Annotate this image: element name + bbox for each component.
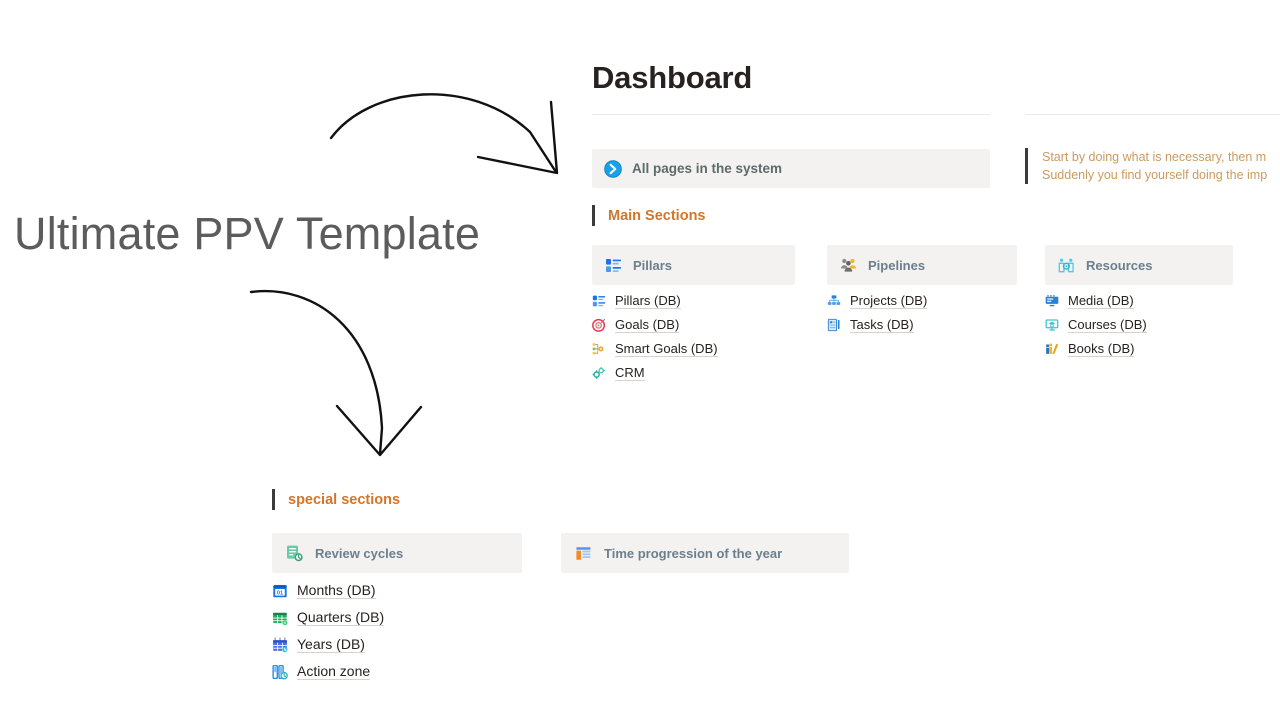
link-label: Pillars (DB): [615, 293, 681, 309]
column-pillars: Pillars Pillars (DB) Goals (DB) Smart Go…: [592, 245, 795, 385]
link-label: Courses (DB): [1068, 317, 1147, 333]
orange-bar-chart-icon: [576, 546, 591, 560]
quote-block: Start by doing what is necessary, then m…: [1025, 148, 1280, 184]
yellow-flowchart-icon: [592, 343, 604, 355]
blue-circle-arrow-icon: [604, 159, 622, 178]
card-header-time-progression-label: Time progression of the year: [604, 545, 783, 561]
link-label: Years (DB): [297, 635, 365, 653]
link-label: Action zone: [297, 662, 371, 680]
link-quarters-db[interactable]: Quarters (DB): [272, 604, 522, 631]
green-spreadsheet-icon: [273, 612, 288, 625]
heading-main-sections-label: Main Sections: [608, 207, 706, 224]
blue-task-list-icon: [827, 318, 840, 332]
link-label: Projects (DB): [850, 293, 928, 309]
purple-calendar-grid-icon: [273, 636, 288, 652]
heading-special-sections-label: special sections: [288, 491, 401, 508]
quote-line-2: Suddenly you find yourself doing the imp: [1042, 168, 1268, 182]
link-label: Smart Goals (DB): [615, 341, 718, 357]
link-media-db[interactable]: Media (DB): [1045, 289, 1233, 313]
heading-bar: [592, 205, 595, 226]
column-resources: Resources Media (DB) Courses (DB) Books …: [1045, 245, 1233, 361]
teal-columns-clock-icon: [272, 664, 288, 679]
blue-media-screen-icon: [1045, 294, 1059, 307]
dashboard-document: Dashboard All pages in the system Start …: [0, 0, 1280, 720]
column-time-progression: Time progression of the year: [561, 533, 849, 573]
link-label: Tasks (DB): [850, 317, 914, 333]
gray-people-group-icon: [841, 258, 856, 272]
column-review-cycles: Review cycles 01 Months (DB) Quarters (D…: [272, 533, 522, 685]
blue-calendar-01-icon: 01: [273, 584, 287, 597]
card-header-review-cycles-label: Review cycles: [315, 545, 404, 561]
link-smart-goals-db[interactable]: Smart Goals (DB): [592, 337, 795, 361]
red-target-icon: [592, 318, 606, 332]
heading-bar: [272, 489, 275, 510]
all-pages-callout[interactable]: All pages in the system: [592, 149, 990, 188]
page-title: Dashboard: [592, 60, 753, 95]
link-books-db[interactable]: Books (DB): [1045, 337, 1233, 361]
link-courses-db[interactable]: Courses (DB): [1045, 313, 1233, 337]
card-header-resources-label: Resources: [1086, 257, 1153, 273]
link-label: Media (DB): [1068, 293, 1134, 309]
link-action-zone[interactable]: Action zone: [272, 658, 522, 685]
link-label: Months (DB): [297, 581, 376, 599]
link-pillars-db[interactable]: Pillars (DB): [592, 289, 795, 313]
link-list-pipelines: Projects (DB) Tasks (DB): [827, 289, 1017, 337]
card-header-pipelines-label: Pipelines: [868, 257, 926, 273]
green-review-icon: [287, 545, 303, 561]
yellow-books-icon: [1046, 343, 1059, 354]
link-label: Goals (DB): [615, 317, 680, 333]
blue-list-icon: [606, 258, 621, 272]
teal-gears-icon: [592, 367, 605, 379]
link-months-db[interactable]: 01 Months (DB): [272, 577, 522, 604]
link-crm[interactable]: CRM: [592, 361, 795, 385]
link-years-db[interactable]: Years (DB): [272, 631, 522, 658]
divider-left: [592, 114, 990, 115]
card-header-pillars-label: Pillars: [633, 257, 673, 273]
heading-special-sections: special sections: [272, 489, 400, 510]
card-header-review-cycles[interactable]: Review cycles: [272, 533, 522, 573]
card-header-pillars[interactable]: Pillars: [592, 245, 795, 285]
heading-main-sections: Main Sections: [592, 205, 706, 226]
link-list-pillars: Pillars (DB) Goals (DB) Smart Goals (DB)…: [592, 289, 795, 385]
divider-right: [1025, 114, 1280, 115]
link-label: CRM: [615, 365, 645, 381]
link-tasks-db[interactable]: Tasks (DB): [827, 313, 1017, 337]
link-list-resources: Media (DB) Courses (DB) Books (DB): [1045, 289, 1233, 361]
link-projects-db[interactable]: Projects (DB): [827, 289, 1017, 313]
column-pipelines: Pipelines Projects (DB) Tasks (DB): [827, 245, 1017, 337]
cyan-people-gear-icon: [1058, 258, 1074, 272]
link-list-review-cycles: 01 Months (DB) Quarters (DB) Years (DB) …: [272, 577, 522, 685]
svg-text:01: 01: [277, 590, 283, 596]
cyan-monitor-icon: [1045, 319, 1059, 331]
link-label: Quarters (DB): [297, 608, 385, 626]
card-header-resources[interactable]: Resources: [1045, 245, 1233, 285]
all-pages-callout-label: All pages in the system: [632, 161, 783, 176]
quote-line-1: Start by doing what is necessary, then m: [1042, 150, 1267, 164]
card-header-time-progression[interactable]: Time progression of the year: [561, 533, 849, 573]
blue-list-icon: [592, 295, 606, 307]
card-header-pipelines[interactable]: Pipelines: [827, 245, 1017, 285]
link-goals-db[interactable]: Goals (DB): [592, 313, 795, 337]
blue-org-chart-icon: [827, 295, 841, 305]
link-label: Books (DB): [1068, 341, 1135, 357]
